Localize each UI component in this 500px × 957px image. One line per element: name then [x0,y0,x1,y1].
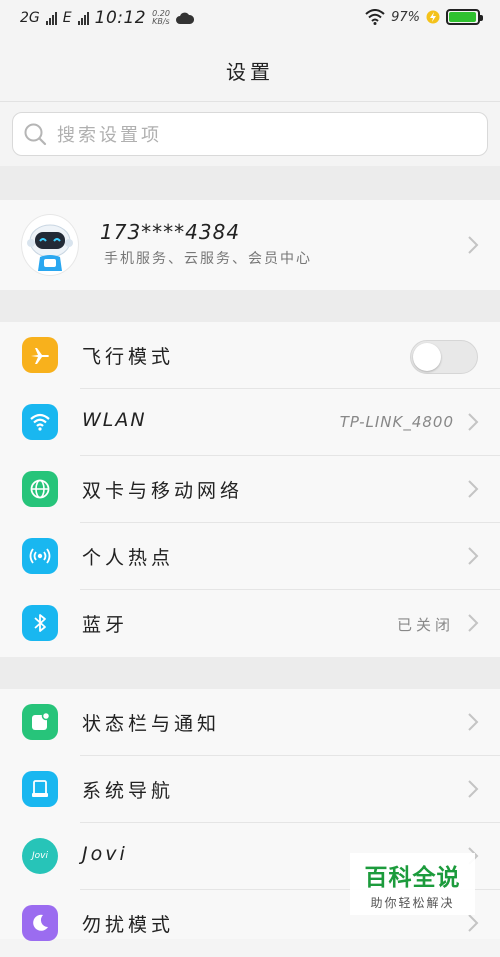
settings-item-label: 系统导航 [82,780,175,802]
chevron-right-icon [468,236,479,254]
robot-avatar-icon [27,224,73,271]
account-phone: 173****4384 [100,220,241,244]
notification-icon [32,711,51,730]
account-row[interactable]: 173****4384 手机服务、云服务、会员中心 [0,200,500,290]
account-subtitle: 手机服务、云服务、会员中心 [104,251,312,267]
settings-item-label: WLAN [82,409,147,431]
cloud-icon [175,12,194,24]
chevron-right-icon [468,780,479,798]
airplane-toggle[interactable] [410,340,478,374]
battery-fill [449,12,477,22]
search-icon [24,123,47,146]
status-right: 97% [365,9,483,25]
jovi-icon-text: Jovi [32,851,48,861]
globe-icon-bg [22,471,58,507]
settings-item-notifications[interactable]: 状态栏与通知 [0,689,500,756]
connectivity-group: 飞行模式 WLAN TP-LINK_4800 双卡与移动网络 个人热点 蓝牙 已… [0,322,500,657]
moon-icon-bg [22,905,58,941]
signal-icon-1 [45,11,57,25]
notification-icon-bg [22,704,58,740]
header-divider [0,101,500,102]
status-left: 2G E 10:12 0.20 KB/s [20,8,194,28]
chevron-right-icon [468,480,479,498]
battery-icon [446,9,483,25]
search-input[interactable]: 搜索设置项 [12,112,488,156]
section-gap [0,166,500,200]
settings-item-hotspot[interactable]: 个人热点 [0,523,500,590]
avatar [22,215,78,275]
chevron-right-icon [468,547,479,565]
status-bar: 2G E 10:12 0.20 KB/s 97% [0,0,500,38]
chevron-right-icon [468,413,479,431]
navigation-icon-bg [22,771,58,807]
settings-item-airplane[interactable]: 飞行模式 [0,322,500,389]
settings-item-label: 飞行模式 [82,346,175,368]
wifi-icon [30,413,50,431]
chevron-right-icon [468,914,479,932]
chevron-right-icon [468,713,479,731]
toggle-knob [413,343,441,371]
signal-icon-2 [77,11,89,25]
airplane-icon [31,348,49,364]
network-type-1: 2G [20,10,40,26]
wifi-status-icon [365,9,385,25]
watermark-subtitle: 助你轻松解决 [370,895,455,910]
settings-item-navigation[interactable]: 系统导航 [0,756,500,823]
wlan-network-name: TP-LINK_4800 [339,413,454,431]
settings-item-bluetooth[interactable]: 蓝牙 已关闭 [0,590,500,657]
net-speed-unit: KB/s [152,17,170,26]
watermark-logo: 百科全说 助你轻松解决 [350,853,475,915]
charging-icon [426,10,440,24]
hotspot-icon [29,548,51,564]
net-speed: 0.20 KB/s [152,10,170,26]
settings-item-label: 双卡与移动网络 [82,480,244,502]
wifi-icon-bg [22,404,58,440]
settings-item-label: 个人热点 [82,547,175,569]
search-placeholder: 搜索设置项 [57,125,162,146]
airplane-icon-bg [22,337,58,373]
moon-icon [33,914,48,931]
battery-percent: 97% [391,9,420,25]
bluetooth-icon [34,614,46,632]
settings-item-label: 状态栏与通知 [82,713,221,735]
bluetooth-icon-bg [22,605,58,641]
settings-item-label: 勿扰模式 [82,914,175,936]
clock: 10:12 [94,8,147,28]
bluetooth-status: 已关闭 [396,616,454,634]
settings-item-label: 蓝牙 [82,614,129,636]
chevron-right-icon [468,614,479,632]
jovi-icon: Jovi [22,838,58,874]
settings-item-dual-sim[interactable]: 双卡与移动网络 [0,456,500,523]
hotspot-icon-bg [22,538,58,574]
page-title: 设置 [226,60,274,84]
settings-item-label: Jovi [82,843,128,865]
section-gap [0,290,500,322]
network-type-2: E [62,10,72,26]
section-gap [0,657,500,689]
globe-icon [30,479,50,499]
watermark-title: 百科全说 [364,864,461,891]
settings-item-wlan[interactable]: WLAN TP-LINK_4800 [0,389,500,456]
navigation-icon [32,780,48,797]
